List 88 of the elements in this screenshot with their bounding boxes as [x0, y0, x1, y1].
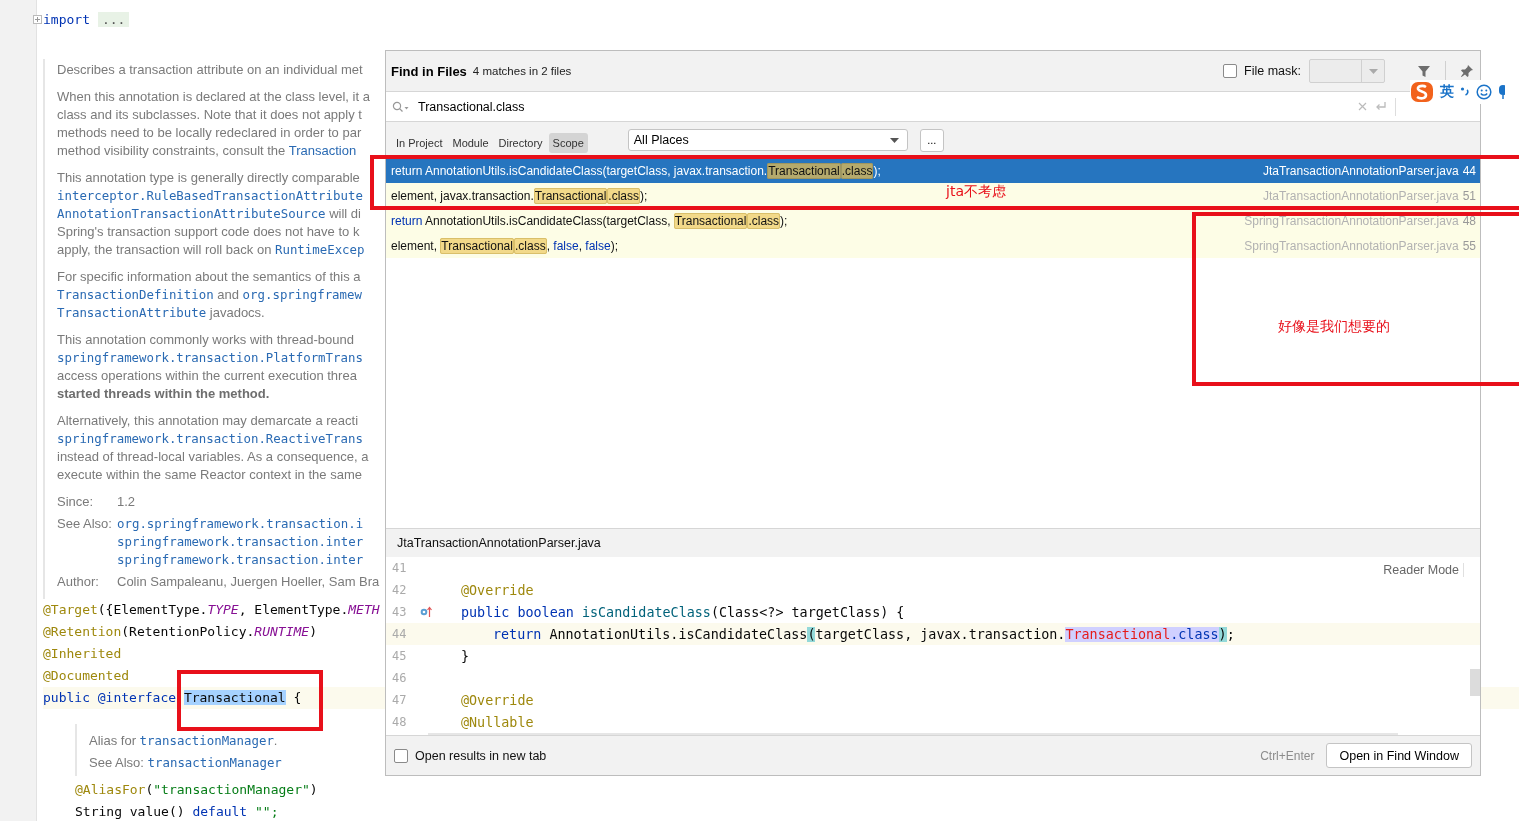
doc-link[interactable]: TransactionAttribute: [57, 305, 207, 320]
clear-icon[interactable]: [1358, 102, 1367, 111]
pin-icon[interactable]: [1460, 64, 1474, 78]
tag-label: Since:: [57, 493, 95, 511]
implements-marker-icon[interactable]: [420, 606, 432, 618]
shortcut-hint: Ctrl+Enter: [1260, 748, 1315, 763]
tag-label: See Also:: [57, 515, 113, 533]
doc-link[interactable]: org.springframework.transaction.i: [117, 516, 364, 531]
punctuation-icon[interactable]: [1460, 86, 1470, 98]
line-number: 42: [391, 583, 408, 597]
code-line: @Inherited: [43, 646, 122, 661]
result-line-number: 44: [1462, 163, 1476, 178]
doc-link[interactable]: org.springframew: [242, 287, 362, 302]
result-line-number: 55: [1462, 238, 1476, 253]
doc-link[interactable]: springframework.transaction.PlatformTrans: [57, 350, 363, 365]
doc-link[interactable]: interceptor.RuleBasedTransactionAttribute: [57, 188, 363, 203]
input-method-logo-icon[interactable]: [1410, 81, 1434, 103]
preview-file-name: JtaTransactionAnnotationParser.java: [397, 536, 601, 550]
scrollbar-thumb[interactable]: [1470, 669, 1480, 696]
doc-link[interactable]: springframework.transaction.ReactiveTrans: [57, 431, 363, 446]
code-line: @Target({ElementType.TYPE, ElementType.METH: [43, 602, 380, 617]
doc-paragraph: Alternatively, this annotation may demarcate a reacti springframework.transaction.ReactiveTrans instead of thread-local variables. As a consequence, a execute within the same Reactor context in the same: [57, 412, 370, 484]
code-line: @AliasFor("transactionManager"): [75, 782, 318, 797]
tag-text: 1.2: [117, 494, 136, 509]
dropdown-arrow-icon[interactable]: [889, 137, 899, 143]
doc-link[interactable]: Transaction: [288, 143, 357, 158]
result-file: SpringTransactionAnnotationParser.java: [1244, 213, 1459, 228]
checkbox-label[interactable]: Open results in new tab: [415, 748, 547, 763]
search-icon[interactable]: [392, 100, 410, 113]
checkbox[interactable]: [394, 748, 408, 763]
result-row[interactable]: return AnnotationUtils.isCandidateClass(targetClass, javax.transaction.Transactional .class); JtaTransactionAnnotationParser.java 44: [386, 158, 1480, 183]
doc-paragraph: Describes a transaction attribute on an individual met: [57, 61, 364, 79]
result-row[interactable]: element, Transactional .class, false, false); SpringTransactionAnnotationParser.java 55: [386, 233, 1480, 258]
result-file: JtaTransactionAnnotationParser.java: [1262, 188, 1459, 203]
doc-link[interactable]: transactionManager: [139, 733, 274, 748]
dialog-title: Find in Files: [391, 63, 467, 79]
code-line: @Override: [461, 582, 534, 598]
code-line: }: [461, 648, 470, 664]
annotation-label: jta不考虑: [946, 183, 1006, 201]
line-number: 45: [391, 649, 408, 663]
filter-icon[interactable]: [1417, 64, 1431, 78]
doc-link[interactable]: transactionManager: [147, 755, 282, 770]
code-line: @Documented: [43, 668, 130, 683]
doc-link[interactable]: springframework.transaction.inter: [117, 534, 364, 549]
code-line: public boolean isCandidateClass(Class<?> targetClass) {: [461, 604, 905, 620]
code-line: return AnnotationUtils.isCandidateClass(targetClass, javax.transaction.Transactional.class);: [493, 626, 1235, 642]
reader-mode-link[interactable]: Reader Mode: [1383, 563, 1464, 577]
result-line-number: 51: [1462, 188, 1476, 203]
result-file: SpringTransactionAnnotationParser.java: [1244, 238, 1459, 253]
doc-link[interactable]: springframework.transaction.inter: [117, 552, 364, 567]
doc-link[interactable]: TransactionDefinition: [57, 287, 214, 302]
microphone-icon[interactable]: [1498, 84, 1505, 100]
newline-icon[interactable]: [1375, 101, 1387, 112]
line-number: 46: [391, 671, 408, 685]
code-line: public @interface Transactional {: [43, 690, 302, 705]
code-line: @Override: [461, 692, 534, 708]
scope-tab[interactable]: Directory: [494, 133, 547, 153]
doc-link[interactable]: AnnotationTransactionAttributeSource: [57, 206, 326, 221]
result-file: JtaTransactionAnnotationParser.java: [1262, 163, 1459, 178]
code-keyword: import: [43, 11, 90, 27]
doc-paragraph: This annotation commonly works with thread-bound springframework.transaction.PlatformTrans access operations within the current execution threa started threads within the method.: [57, 331, 364, 403]
open-in-find-window-button[interactable]: Open in Find Window: [1326, 743, 1472, 768]
scope-tab[interactable]: Module: [448, 133, 493, 153]
match-summary: 4 matches in 2 files: [472, 65, 572, 77]
scope-tab[interactable]: In Project: [392, 133, 447, 153]
code-line: String value() default "";: [75, 804, 279, 819]
scope-dropdown[interactable]: All Places: [627, 129, 908, 151]
checkbox[interactable]: [1223, 64, 1238, 78]
smiley-icon[interactable]: [1476, 84, 1492, 100]
tag-label: Author:: [57, 573, 100, 591]
tag-text: Colin Sampaleanu, Juergen Hoeller, Sam Bra: [117, 574, 380, 589]
doc-paragraph: When this annotation is declared at the class level, it a class and its subclasses. Note that it does not apply t methods need to be locally redeclared in order to par method visibility constraints, consult the Transaction: [57, 88, 371, 160]
search-field[interactable]: Transactional.class: [418, 99, 1350, 114]
line-number: 43: [391, 605, 408, 619]
doc-link[interactable]: RuntimeExcep: [275, 242, 365, 257]
fold-icon[interactable]: [33, 15, 42, 24]
folded-imports[interactable]: ...: [97, 11, 130, 27]
scope-tab[interactable]: Scope: [548, 133, 588, 153]
more-button[interactable]: ...: [919, 128, 944, 152]
checkbox-label[interactable]: File mask:: [1244, 64, 1301, 78]
annotation-label: 好像是我们想要的: [1278, 318, 1390, 336]
line-number: 41: [391, 561, 408, 575]
line-number: 47: [391, 693, 408, 707]
code-line: @Retention(RetentionPolicy.RUNTIME): [43, 624, 317, 639]
result-line-number: 48: [1462, 213, 1476, 228]
doc-paragraph: For specific information about the semantics of this a TransactionDefinition and org.springframew TransactionAttribute javadocs.: [57, 268, 363, 322]
doc-paragraph: This annotation type is generally directly comparable interceptor.RuleBasedTransactionAttribute AnnotationTransactionAttributeSource will di Spring's transaction support code does not have to k apply, the transaction will roll back on RuntimeExcep: [57, 169, 366, 259]
line-number: 44: [391, 627, 408, 641]
